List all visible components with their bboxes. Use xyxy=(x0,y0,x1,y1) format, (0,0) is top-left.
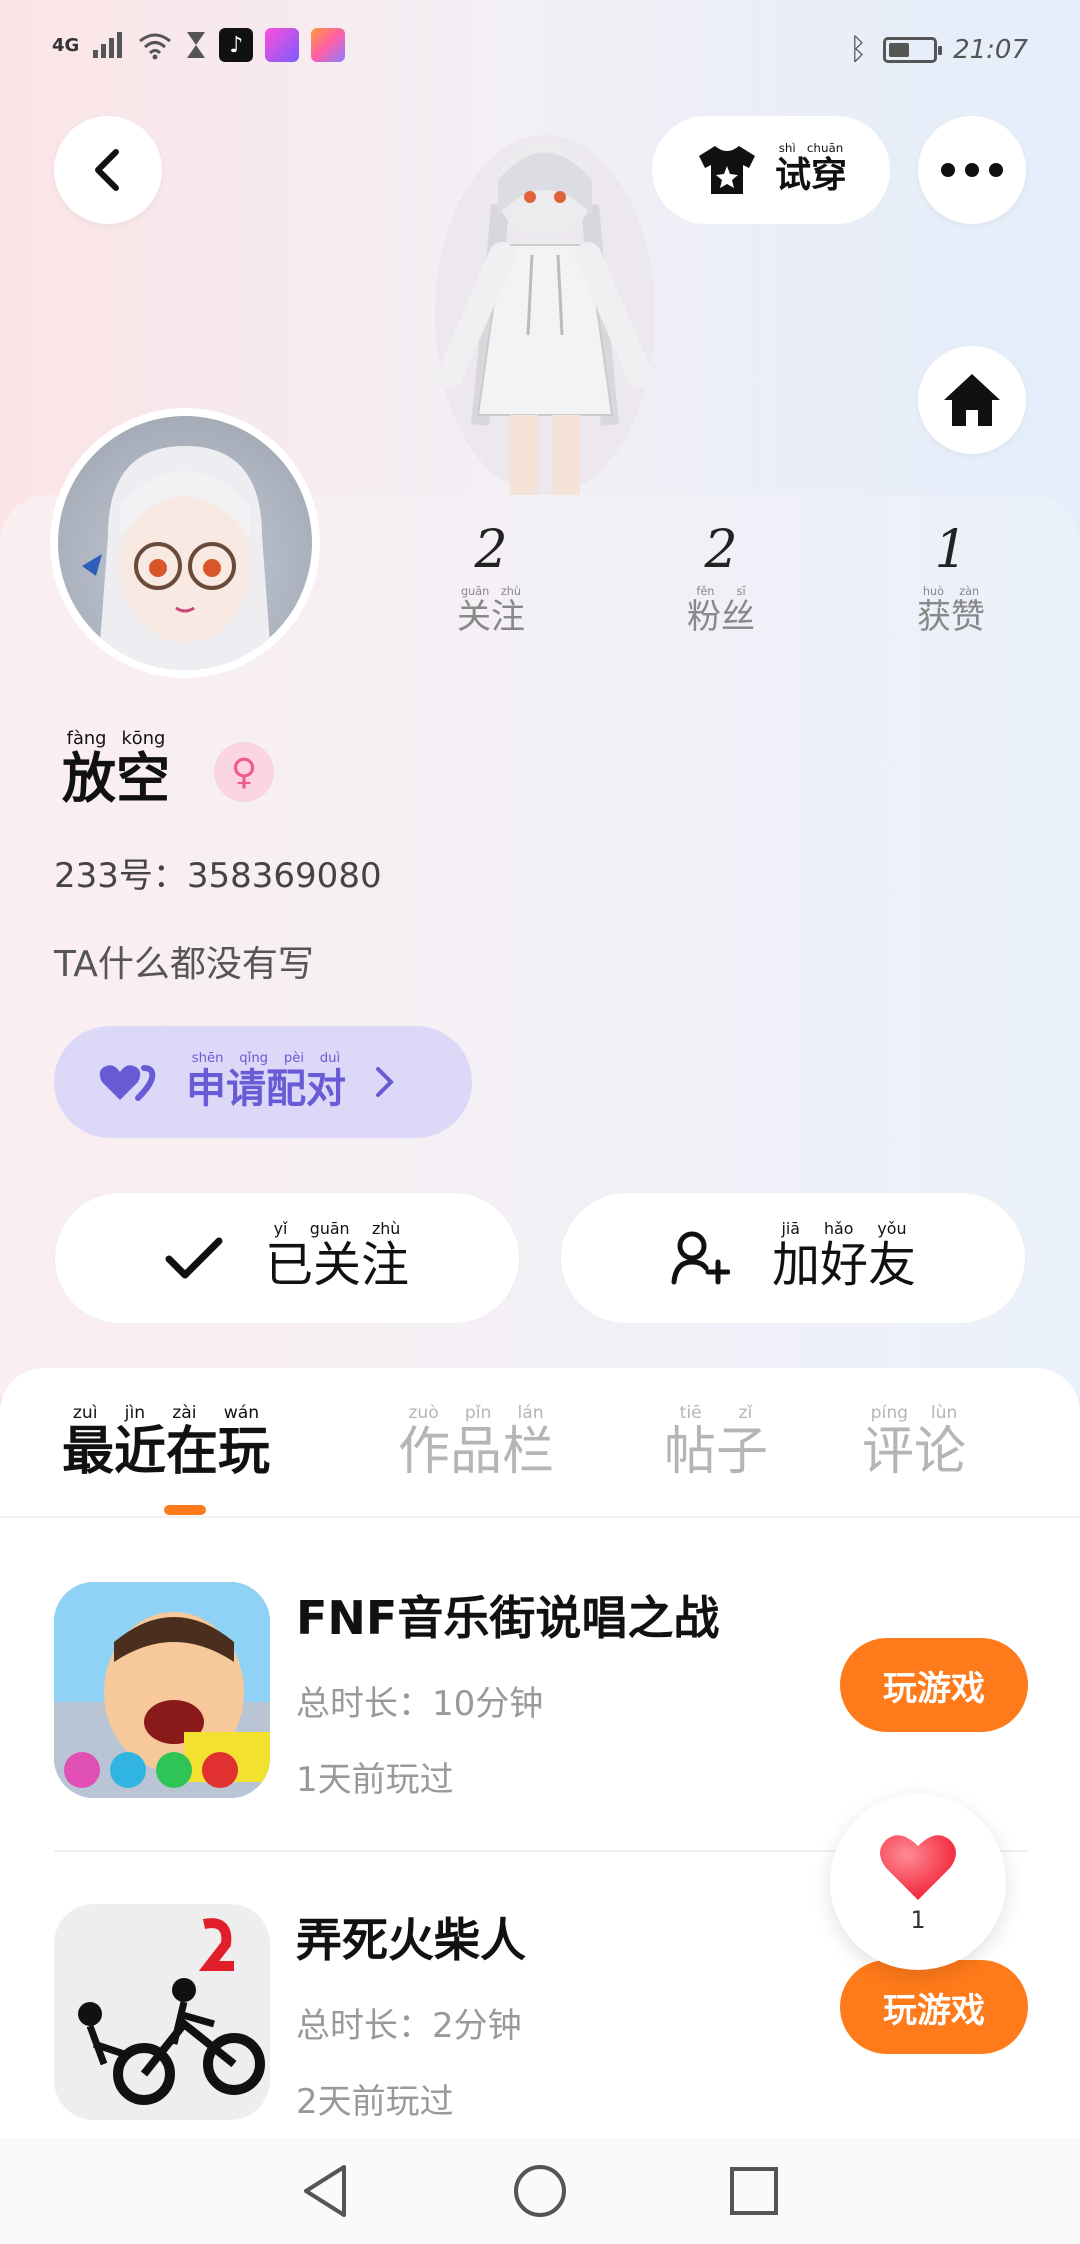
more-dots-icon xyxy=(941,163,1003,177)
system-nav-bar xyxy=(0,2138,1080,2244)
tab-recent-pinyin: zuì jìn zài wán xyxy=(62,1403,271,1423)
like-count: 1 xyxy=(910,1906,926,1934)
followed-button[interactable]: 已关注yǐ guān zhù xyxy=(54,1192,520,1324)
stat-likes-label: 获赞 xyxy=(917,597,985,637)
followed-label: 已关注 xyxy=(264,1237,409,1293)
tab-posts-label: 帖子 xyxy=(664,1422,769,1482)
back-button[interactable] xyxy=(54,116,162,224)
add-friend-pinyin: jiā hǎo yǒu xyxy=(771,1219,916,1238)
tab-works-label: 作品栏 xyxy=(398,1422,555,1482)
tiktok-app-icon: ♪ xyxy=(219,28,254,62)
game-last-played: 1天前玩过 xyxy=(296,1760,454,1800)
nav-home-icon[interactable] xyxy=(512,2163,568,2219)
stat-likes-pinyin: huò zàn xyxy=(917,585,985,598)
tab-recent[interactable]: 最近在玩zuì jìn zài wán xyxy=(62,1403,271,1484)
stat-following-label: 关注 xyxy=(457,597,525,637)
followed-pinyin: yǐ guān zhù xyxy=(264,1219,409,1238)
pair-request-button[interactable]: 申请配对shēn qǐng pèi duì xyxy=(54,1026,472,1138)
stat-following-pinyin: guān zhù xyxy=(457,585,525,598)
chevron-right-icon xyxy=(376,1067,394,1097)
hourglass-icon xyxy=(187,32,206,58)
tab-comments[interactable]: 评论píng lùn xyxy=(862,1403,967,1484)
tab-posts-pinyin: tiē zǐ xyxy=(664,1403,768,1423)
profile-bio: TA什么都没有写 xyxy=(54,944,314,985)
game-title: FNF音乐街说唱之战 xyxy=(296,1591,720,1645)
tab-posts[interactable]: 帖子tiē zǐ xyxy=(664,1403,769,1484)
chevron-left-icon xyxy=(95,149,119,191)
play-game-button[interactable]: 玩游戏 xyxy=(840,1638,1028,1732)
add-friend-button[interactable]: 加好友jiā hǎo yǒu xyxy=(560,1192,1026,1324)
stat-fans-value: 2 xyxy=(704,520,738,580)
home-button[interactable] xyxy=(918,346,1026,454)
add-user-icon xyxy=(671,1231,730,1285)
check-icon xyxy=(165,1237,223,1279)
camera-app-icon xyxy=(265,28,300,62)
tshirt-icon xyxy=(698,146,755,194)
home-icon xyxy=(944,374,1000,426)
bluetooth-icon: ᛒ xyxy=(849,32,868,67)
tab-works[interactable]: 作品栏zuò pǐn lán xyxy=(398,1403,555,1484)
stat-fans-pinyin: fěn sī xyxy=(687,585,755,598)
network-label: 4G xyxy=(52,34,80,56)
character-model[interactable] xyxy=(420,125,670,495)
status-right: ᛒ 21:07 xyxy=(849,32,1028,67)
status-left: 4G ♪ xyxy=(52,28,346,62)
tab-works-pinyin: zuò pǐn lán xyxy=(398,1403,554,1423)
stat-following-value: 2 xyxy=(474,520,508,580)
game-last-played: 2天前玩过 xyxy=(296,2082,454,2122)
tab-divider xyxy=(0,1516,1080,1518)
add-friend-label: 加好友 xyxy=(771,1237,916,1293)
signal-icon xyxy=(93,32,123,58)
character-image xyxy=(435,135,655,495)
more-button[interactable] xyxy=(918,116,1026,224)
pair-request-label: 申请配对 xyxy=(186,1065,346,1112)
game-duration: 总时长：10分钟 xyxy=(296,1684,544,1724)
game-icon-stickman xyxy=(54,1904,270,2120)
try-on-pinyin: shì chuān xyxy=(774,141,847,155)
try-on-button[interactable]: 试穿shì chuān xyxy=(652,116,890,224)
tab-comments-pinyin: píng lùn xyxy=(862,1403,967,1423)
game-title: 弄死火柴人 xyxy=(296,1913,526,1967)
stat-fans-label: 粉丝 xyxy=(687,597,755,637)
avatar[interactable] xyxy=(50,408,320,678)
pair-request-pinyin: shēn qǐng pèi duì xyxy=(186,1050,346,1066)
female-gender-icon: ♀ xyxy=(214,742,274,802)
try-on-label: 试穿 xyxy=(774,155,847,196)
stat-likes-value: 1 xyxy=(934,520,968,580)
profile-name: 放空fàng kōng xyxy=(62,728,170,813)
stat-fans[interactable]: 2 粉丝fěn sī xyxy=(646,520,796,638)
play-game-button[interactable]: 玩游戏 xyxy=(840,1960,1028,2054)
stat-likes[interactable]: 1 获赞huò zàn xyxy=(876,520,1026,638)
tab-recent-label: 最近在玩 xyxy=(62,1422,271,1482)
nav-recents-icon[interactable] xyxy=(728,2165,780,2217)
list-item[interactable]: FNF音乐街说唱之战 总时长：10分钟 1天前玩过 玩游戏 xyxy=(54,1582,1028,1822)
profile-name-pinyin: fàng kōng xyxy=(62,728,170,749)
paint-app-icon xyxy=(311,28,346,62)
wifi-icon xyxy=(139,33,172,60)
stat-following[interactable]: 2 关注guān zhù xyxy=(416,520,566,638)
game-icon-fnf xyxy=(54,1582,270,1798)
tab-comments-label: 评论 xyxy=(862,1422,967,1482)
nav-back-icon[interactable] xyxy=(300,2163,352,2219)
like-button[interactable]: 1 xyxy=(830,1794,1006,1970)
profile-name-text: 放空 xyxy=(62,747,170,810)
heart-icon xyxy=(880,1835,956,1900)
battery-icon xyxy=(883,36,943,63)
user-id: 233号：358369080 xyxy=(54,856,382,896)
profile-tabs: 最近在玩zuì jìn zài wán 作品栏zuò pǐn lán 帖子tiē… xyxy=(0,1394,1080,1514)
avatar-image xyxy=(58,416,312,670)
status-bar: 4G ♪ ᛒ 21:07 xyxy=(0,0,1080,100)
double-heart-icon xyxy=(99,1065,156,1101)
active-tab-indicator xyxy=(164,1505,206,1515)
clock: 21:07 xyxy=(953,34,1028,65)
game-duration: 总时长：2分钟 xyxy=(296,2006,522,2046)
